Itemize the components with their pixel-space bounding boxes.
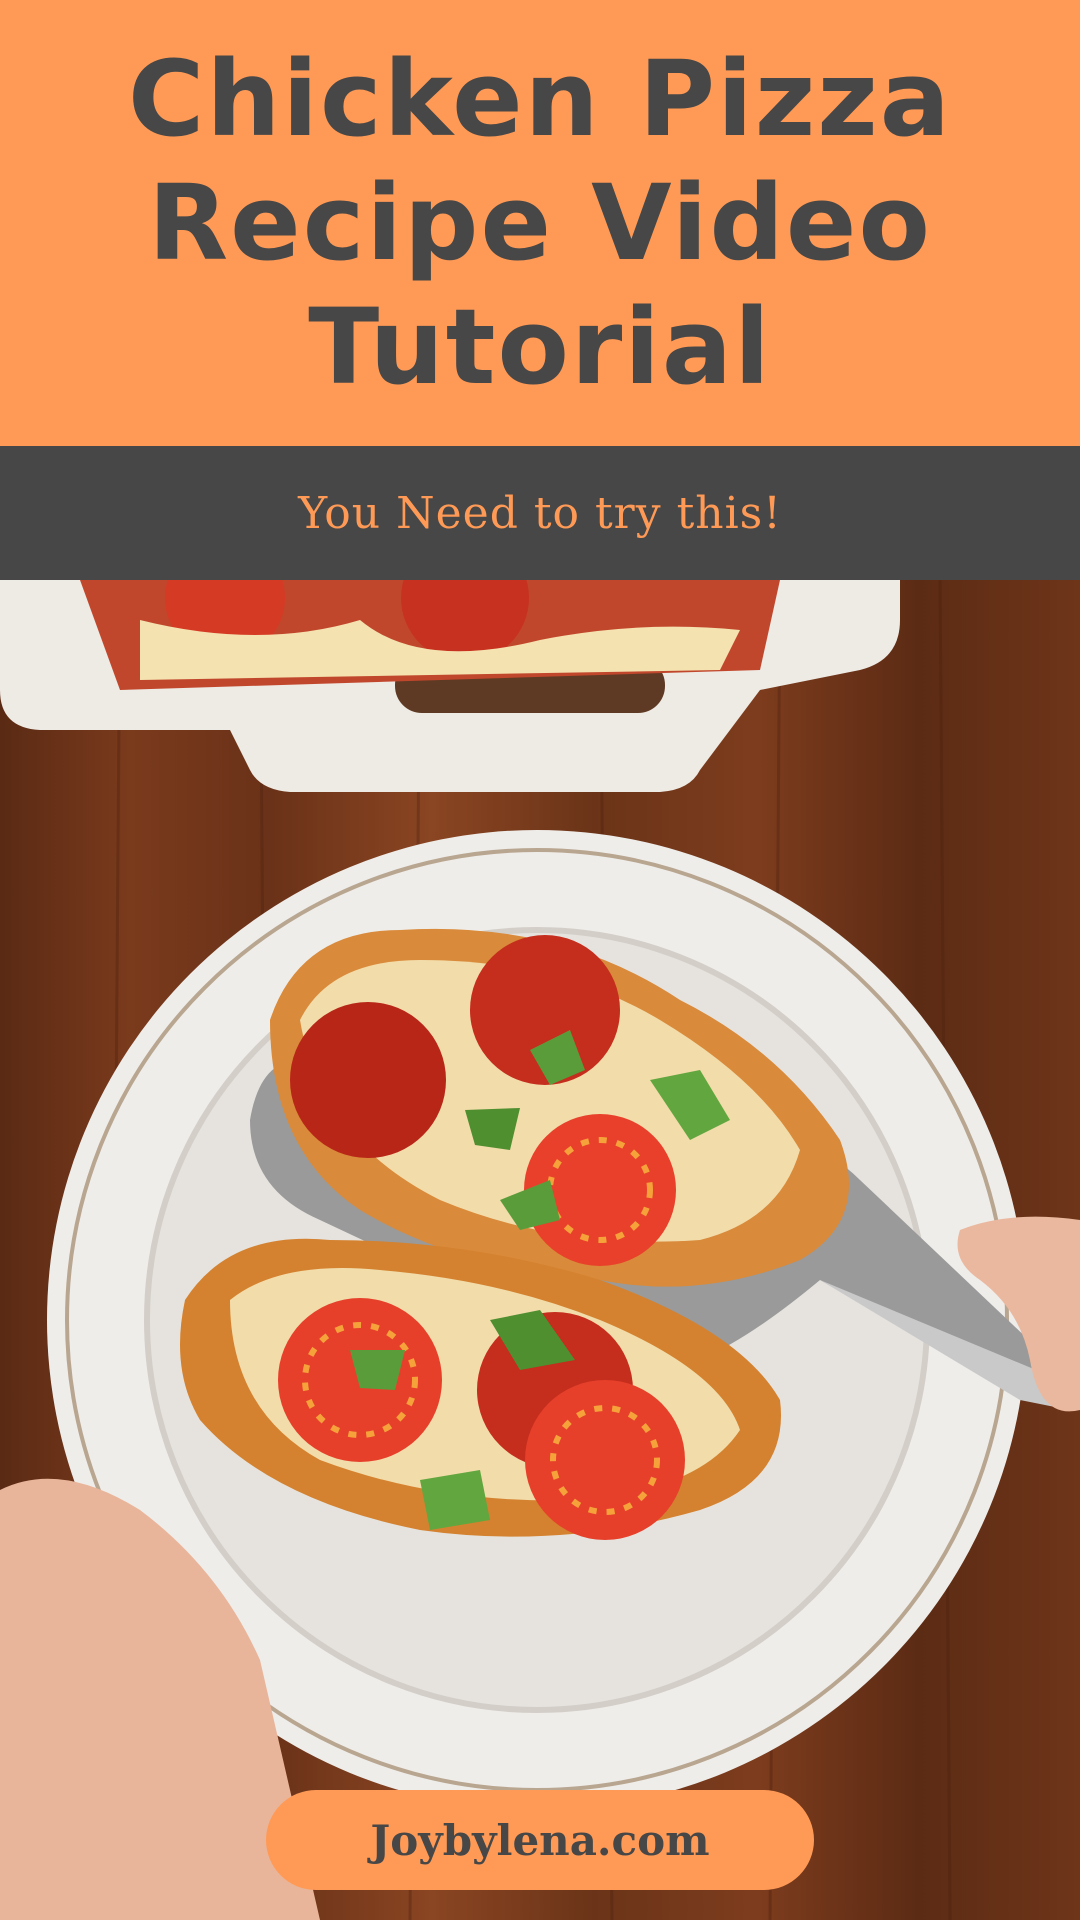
food-photo-illustration xyxy=(0,580,1080,1920)
baking-dish xyxy=(0,580,900,792)
header-banner: Chicken Pizza Recipe Video Tutorial xyxy=(0,0,1080,446)
food-photo xyxy=(0,580,1080,1920)
subtitle-text: You Need to try this! xyxy=(298,487,782,539)
website-link[interactable]: Joybylena.com xyxy=(370,1816,709,1865)
page-title: Chicken Pizza Recipe Video Tutorial xyxy=(128,38,952,408)
subtitle-banner: You Need to try this! xyxy=(0,446,1080,580)
website-badge[interactable]: Joybylena.com xyxy=(266,1790,814,1890)
